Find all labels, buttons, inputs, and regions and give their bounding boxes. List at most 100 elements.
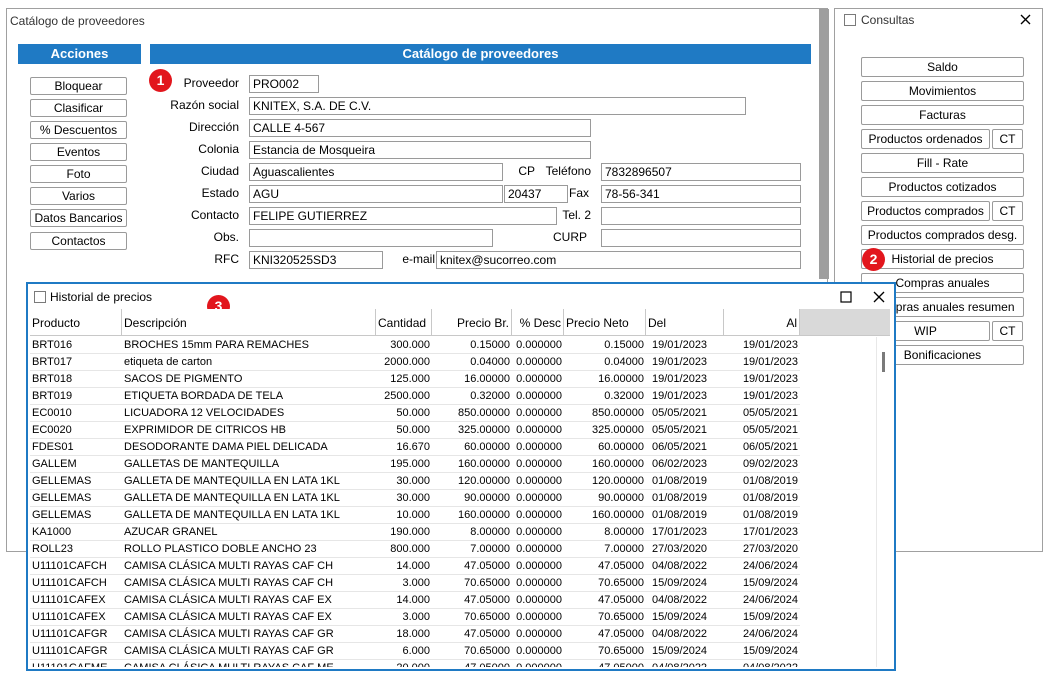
cell-precio-neto: 90.00000: [598, 492, 644, 504]
razon-social-input[interactable]: KNITEX, S.A. DE C.V.: [249, 97, 746, 115]
colonia-input[interactable]: Estancia de Mosqueira: [249, 141, 591, 159]
cell-desc: 0.000000: [516, 611, 562, 623]
fax-input[interactable]: 78-56-341: [601, 185, 801, 203]
cell-precio-neto: 47.05000: [564, 660, 646, 667]
direccion-label: Dirección: [188, 120, 239, 134]
col-precio-br[interactable]: Precio Br.: [432, 309, 512, 335]
table-row[interactable]: GELLEMAS GALLETA DE MANTEQUILLA EN LATA 1…: [30, 490, 800, 507]
cell-precio-br: 160.00000: [458, 509, 510, 521]
table-row[interactable]: U11101CAFGR CAMISA CLÁSICA MULTI RAYAS CA…: [30, 626, 800, 643]
tel2-input[interactable]: [601, 207, 801, 225]
historial-window: Historial de precios 3 Producto Descripc…: [26, 282, 896, 671]
fill-rate-button[interactable]: Fill - Rate: [861, 153, 1024, 173]
cell-producto: U11101CAFME: [30, 660, 122, 667]
contactos-button[interactable]: Contactos: [30, 232, 127, 250]
col-del[interactable]: Del: [646, 309, 724, 335]
table-row[interactable]: U11101CAFCH CAMISA CLÁSICA MULTI RAYAS CA…: [30, 575, 800, 592]
col-al[interactable]: Al: [724, 309, 800, 335]
cell-al: 19/01/2023: [742, 390, 798, 402]
eventos-button[interactable]: Eventos: [30, 143, 127, 161]
checkbox-icon[interactable]: [34, 291, 46, 303]
table-row[interactable]: GALLEM GALLETAS DE MANTEQUILLA 195.000 160.…: [30, 456, 800, 473]
clasificar-button[interactable]: Clasificar: [30, 99, 127, 117]
col-desc[interactable]: % Desc: [512, 309, 564, 335]
estado-input[interactable]: AGU: [249, 185, 503, 203]
cell-del: 01/08/2019: [652, 475, 708, 487]
curp-input[interactable]: [601, 229, 801, 247]
cell-desc: 0.000000: [516, 339, 562, 351]
cell-desc: 0.000000: [516, 492, 562, 504]
cell-producto: ROLL23: [32, 543, 73, 555]
table-row[interactable]: U11101CAFCH CAMISA CLÁSICA MULTI RAYAS CA…: [30, 558, 800, 575]
obs-label: Obs.: [213, 230, 239, 244]
col-cantidad[interactable]: Cantidad: [376, 309, 432, 335]
contacto-input[interactable]: FELIPE GUTIERREZ: [249, 207, 557, 225]
table-row[interactable]: FDES01 DESODORANTE DAMA PIEL DELICADA 16.6…: [30, 439, 800, 456]
foto-button[interactable]: Foto: [30, 165, 127, 183]
cell-desc: 0.000000: [516, 526, 562, 538]
email-input[interactable]: knitex@sucorreo.com: [436, 251, 801, 269]
bloquear-button[interactable]: Bloquear: [30, 77, 127, 95]
table-row[interactable]: KA1000 AZUCAR GRANEL 190.000 8.00000 0.00000…: [30, 524, 800, 541]
table-row[interactable]: BRT016 BROCHES 15mm PARA REMACHES 300.000 0…: [30, 337, 800, 354]
table-row[interactable]: U11101CAFMECAMISA CLÁSICA MULTI RAYAS CA…: [30, 660, 800, 667]
productos-ordenados-button[interactable]: Productos ordenados: [861, 129, 990, 149]
historial-title: Historial de precios: [50, 290, 153, 304]
table-row[interactable]: EC0010 LICUADORA 12 VELOCIDADES 50.000 850.…: [30, 405, 800, 422]
cell-del: 19/01/2023: [652, 390, 708, 402]
cell-cantidad: 300.000: [390, 339, 430, 351]
productos-ordenados-ct-button[interactable]: CT: [992, 129, 1023, 149]
saldo-button[interactable]: Saldo: [861, 57, 1024, 77]
col-descripcion[interactable]: Descripción: [122, 309, 376, 335]
productos-comprados-ct-button[interactable]: CT: [992, 201, 1023, 221]
cell-al: 06/05/2021: [742, 441, 798, 453]
productos-cotizados-button[interactable]: Productos cotizados: [861, 177, 1024, 197]
main-scrollbar[interactable]: [819, 9, 829, 279]
close-icon[interactable]: [873, 291, 885, 303]
table-row[interactable]: EC0020 EXPRIMIDOR DE CITRICOS HB 50.000 325…: [30, 422, 800, 439]
table-row[interactable]: BRT019 ETIQUETA BORDADA DE TELA 2500.000 0.…: [30, 388, 800, 405]
productos-comprados-desg-button[interactable]: Productos comprados desg.: [861, 225, 1024, 245]
telefono-input[interactable]: 7832896507: [601, 163, 801, 181]
table-row[interactable]: U11101CAFGR CAMISA CLÁSICA MULTI RAYAS CA…: [30, 643, 800, 660]
ciudad-input[interactable]: Aguascalientes: [249, 163, 503, 181]
cell-cantidad: 30.000: [396, 475, 430, 487]
productos-comprados-button[interactable]: Productos comprados: [861, 201, 990, 221]
table-row[interactable]: U11101CAFEX CAMISA CLÁSICA MULTI RAYAS CA…: [30, 592, 800, 609]
checkbox-icon[interactable]: [844, 14, 856, 26]
cell-precio-br: 0.04000: [470, 356, 510, 368]
wip-ct-button[interactable]: CT: [992, 321, 1023, 341]
cell-desc: 0.000000: [516, 390, 562, 402]
scroll-thumb[interactable]: [882, 352, 885, 372]
table-row[interactable]: U11101CAFEX CAMISA CLÁSICA MULTI RAYAS CA…: [30, 609, 800, 626]
cell-descripcion: ETIQUETA BORDADA DE TELA: [124, 390, 284, 402]
historial-precios-button[interactable]: Historial de precios: [861, 249, 1024, 269]
rfc-input[interactable]: KNI320525SD3: [249, 251, 383, 269]
cell-precio-br: 0.15000: [470, 339, 510, 351]
obs-input[interactable]: [249, 229, 493, 247]
vertical-scrollbar[interactable]: [876, 337, 892, 667]
cell-producto: BRT018: [32, 373, 73, 385]
cell-precio-neto: 8.00000: [604, 526, 644, 538]
col-precio-neto[interactable]: Precio Neto: [564, 309, 646, 335]
maximize-icon[interactable]: [840, 291, 852, 303]
cell-al: 01/08/2019: [742, 475, 798, 487]
table-row[interactable]: BRT017 etiqueta de carton 2000.000 0.04000 0…: [30, 354, 800, 371]
table-row[interactable]: BRT018 SACOS DE PIGMENTO 125.000 16.00000 0.…: [30, 371, 800, 388]
movimientos-button[interactable]: Movimientos: [861, 81, 1024, 101]
contacto-label: Contacto: [190, 208, 239, 222]
table-row[interactable]: GELLEMAS GALLETA DE MANTEQUILLA EN LATA 1…: [30, 473, 800, 490]
cell-cantidad: 125.000: [390, 373, 430, 385]
table-row[interactable]: GELLEMAS GALLETA DE MANTEQUILLA EN LATA 1…: [30, 507, 800, 524]
datos-bancarios-button[interactable]: Datos Bancarios: [30, 209, 127, 227]
facturas-button[interactable]: Facturas: [861, 105, 1024, 125]
close-icon[interactable]: [1020, 14, 1031, 25]
cell-precio-neto: 70.65000: [598, 645, 644, 657]
varios-button[interactable]: Varios: [30, 187, 127, 205]
cp-input[interactable]: 20437: [504, 185, 568, 203]
direccion-input[interactable]: CALLE 4-567: [249, 119, 591, 137]
descuentos-button[interactable]: % Descuentos: [30, 121, 127, 139]
proveedor-input[interactable]: PRO002: [249, 75, 319, 93]
col-producto[interactable]: Producto: [30, 309, 122, 335]
table-row[interactable]: ROLL23 ROLLO PLASTICO DOBLE ANCHO 23 800.0…: [30, 541, 800, 558]
